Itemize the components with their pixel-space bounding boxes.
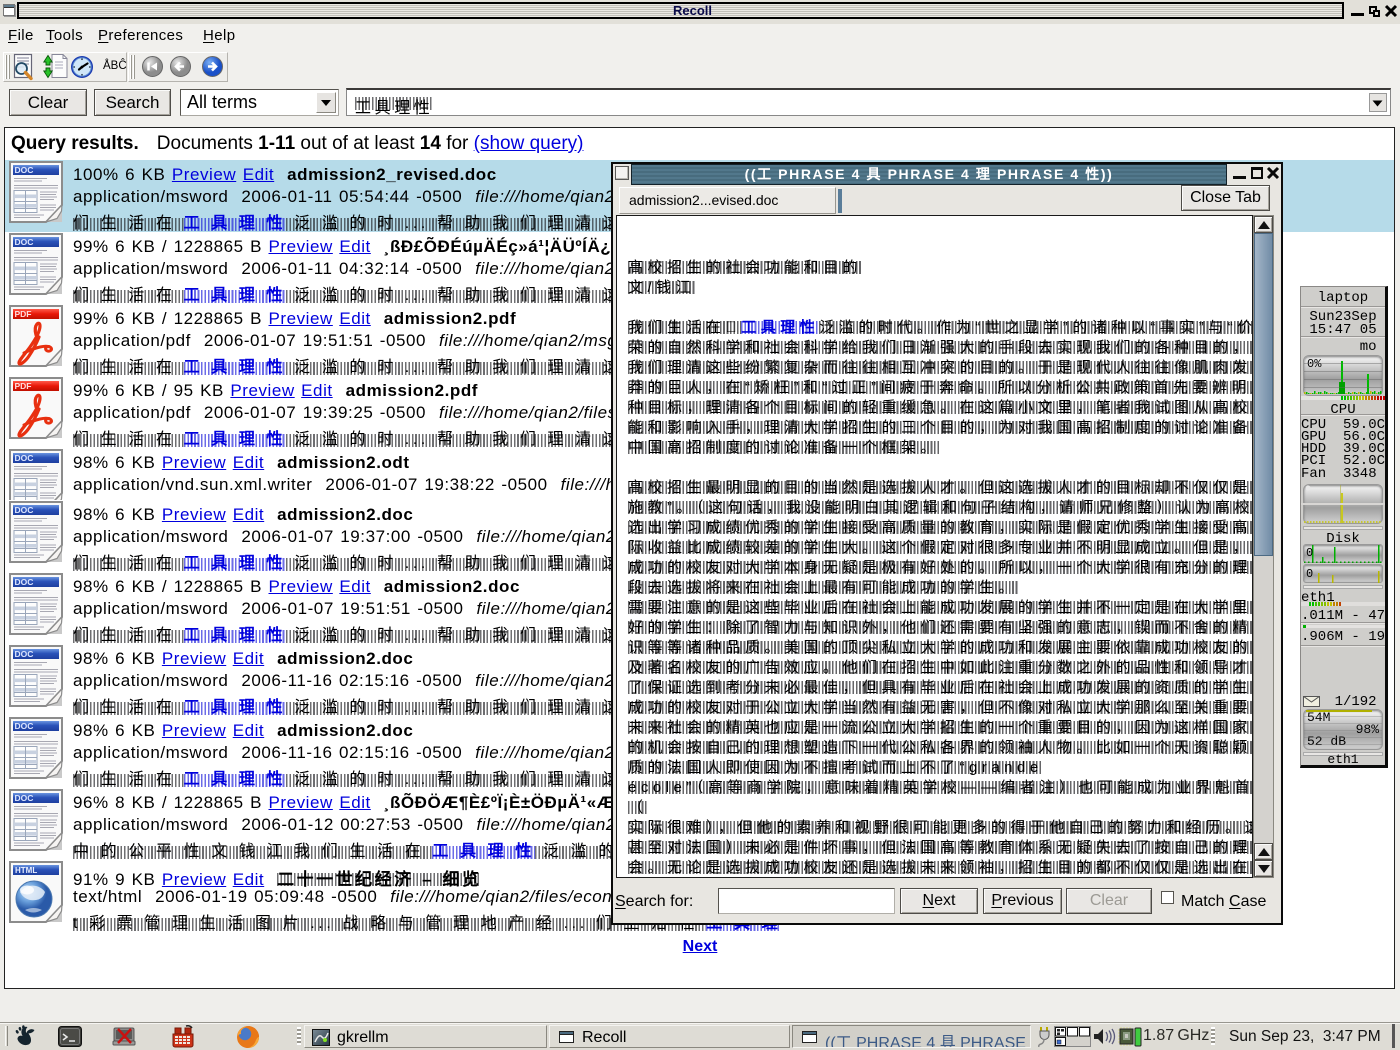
svg-text:DOC: DOC — [15, 165, 34, 175]
svg-text:PDF: PDF — [15, 381, 32, 391]
svg-text:HTML: HTML — [15, 866, 37, 875]
svg-text:DOC: DOC — [15, 505, 34, 515]
svg-text:DOC: DOC — [15, 649, 34, 659]
svg-text:DOC: DOC — [15, 453, 34, 463]
svg-text:PDF: PDF — [15, 309, 32, 319]
svg-text:DOC: DOC — [15, 577, 34, 587]
svg-text:DOC: DOC — [15, 793, 34, 803]
svg-text:DOC: DOC — [15, 721, 34, 731]
svg-text:DOC: DOC — [15, 237, 34, 247]
